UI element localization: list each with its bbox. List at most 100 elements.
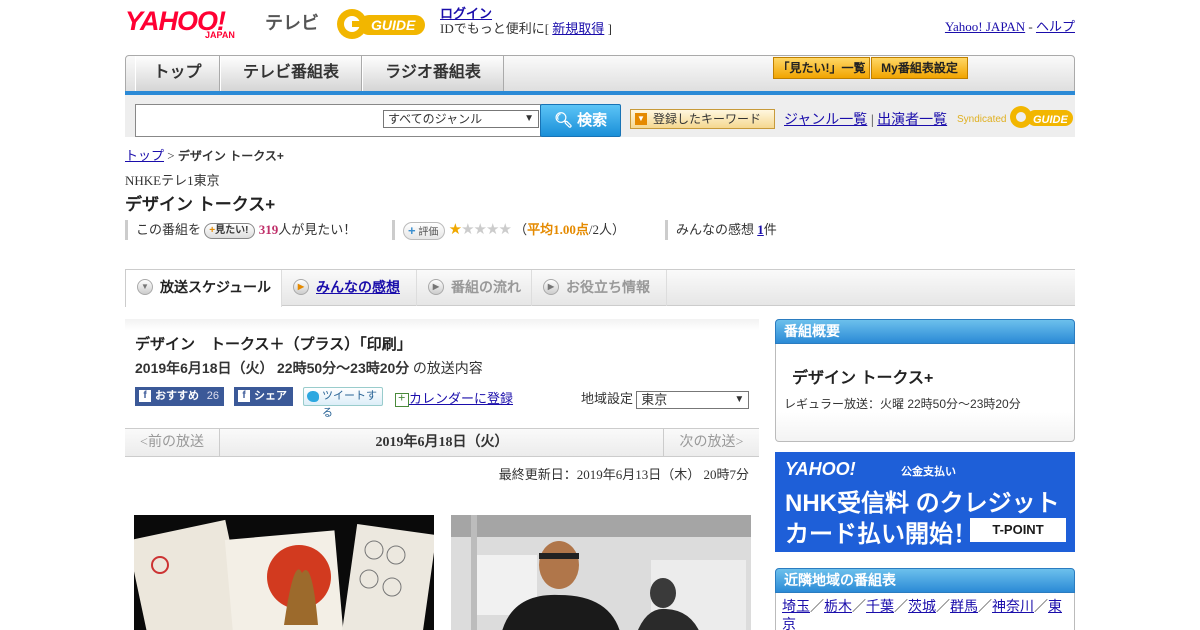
episode-date: 2019年6月18日（火） <box>135 360 274 376</box>
login-area: ログイン IDでもっと便利に[ 新規取得 ] <box>440 6 612 36</box>
prev-broadcast-link[interactable]: <前の放送 <box>125 429 220 456</box>
program-stats: この番組を +見たい! 319人が見たい！ + 評価 ★★★★★ （平均1.00… <box>125 220 1075 241</box>
tab-schedule[interactable]: ▼ 放送スケジュール <box>125 270 282 307</box>
reviews-label: みんなの感想 <box>676 222 755 237</box>
nearby-link[interactable]: 埼玉 <box>782 600 810 615</box>
sidebar: 番組概要 デザイン トークス+ レギュラー放送：火曜 22時50分～23時20分… <box>775 319 1075 630</box>
performer-list-link[interactable]: 出演者一覧 <box>877 113 947 128</box>
region-select[interactable]: 東京 ▼ <box>636 391 750 410</box>
want-button[interactable]: +見たい! <box>204 223 256 240</box>
page-title: デザイン トークス+ <box>125 195 276 214</box>
tab-info: ▶ お役立ち情報 <box>532 270 667 306</box>
keyword-button[interactable]: ▼ 登録したキーワード <box>630 109 775 129</box>
plus-icon: + <box>408 223 416 239</box>
social-bar: f おすすめ 26 f シェア ツイートする カレンダーに登録 地域設定 東京 … <box>135 387 759 419</box>
tweet-button-label: ツイートする <box>322 390 377 419</box>
episode-datetime: 2019年6月18日（火） 22時50分～23時20分 の放送内容 <box>135 358 483 378</box>
tab-tv-schedule[interactable]: テレビ番組表 <box>220 56 362 91</box>
nearby-link[interactable]: 栃木 <box>824 600 852 615</box>
chevron-down-icon: ▼ <box>137 279 153 295</box>
top-links: Yahoo! JAPAN - ヘルプ <box>945 16 1075 35</box>
search-icon: 🔍︎ <box>553 112 573 129</box>
tab-flow-label: 番組の流れ <box>451 279 521 295</box>
tab-info-label: お役立ち情報 <box>566 279 650 295</box>
tweet-button[interactable]: ツイートする <box>303 387 383 419</box>
station-name: NHKEテレ1東京 <box>125 173 220 188</box>
want-list-button[interactable]: 「見たい!」一覧 <box>773 57 870 79</box>
ad-headline-2: カード払い開始！ <box>785 521 977 548</box>
search-links: ジャンル一覧 | 出演者一覧 <box>784 109 947 129</box>
syndicated-text: Syndicated <box>957 114 1006 125</box>
facebook-icon: f <box>238 390 250 402</box>
facebook-share-button[interactable]: f シェア <box>234 387 293 406</box>
next-broadcast-link[interactable]: 次の放送> <box>663 429 759 456</box>
chevron-down-icon: ▼ <box>524 113 534 124</box>
pager-current-date: 2019年6月18日（火） <box>375 435 509 450</box>
nearby-header: 近隣地域の番組表 <box>775 568 1075 593</box>
my-schedule-button[interactable]: My番組表設定 <box>871 57 968 79</box>
login-note-close: ] <box>607 21 612 36</box>
episode-suffix: の放送内容 <box>412 362 483 377</box>
chevron-right-icon: ▶ <box>428 279 444 295</box>
chevron-right-icon: ▶ <box>543 279 559 295</box>
nhk-credit-ad-banner[interactable]: YAHOO! 公金支払い NHK受信料 のクレジット カード払い開始！ T-PO… <box>775 452 1075 552</box>
star-icon: ★ <box>473 222 487 238</box>
nearby-sep: ／ <box>894 600 908 615</box>
tpoint-badge: T-POINT <box>970 518 1066 542</box>
star-icon: ★ <box>498 222 511 238</box>
reviews-stat: みんなの感想 1件 <box>676 220 777 240</box>
tab-reviews[interactable]: ▶ みんなの感想 <box>282 270 417 306</box>
keyword-button-label: 登録したキーワード <box>653 112 762 126</box>
syndicated-gguide-logo: Syndicated GUIDE <box>957 106 1073 128</box>
tv-logo-text[interactable]: テレビ <box>265 9 319 35</box>
search-bar: すべてのジャンル ▼ 🔍︎ 検索 ▼ 登録したキーワード ジャンル一覧 | 出演… <box>125 95 1075 137</box>
signup-link[interactable]: 新規取得 <box>552 21 604 36</box>
nearby-link[interactable]: 群馬 <box>950 600 978 615</box>
rating-stat: + 評価 ★★★★★ （平均1.00点/2人） <box>403 220 625 241</box>
calendar-register: カレンダーに登録 <box>395 388 513 408</box>
want-button-label: 見たい! <box>215 225 249 237</box>
gguide-logo[interactable]: GUIDE <box>335 7 430 41</box>
rating-average: 平均1.00点 <box>527 222 589 237</box>
divider <box>125 220 128 240</box>
facebook-recommend-button[interactable]: f おすすめ 26 <box>135 387 224 406</box>
nearby-link[interactable]: 千葉 <box>866 600 894 615</box>
nearby-section: 近隣地域の番組表 埼玉／栃木／千葉／茨城／群馬／神奈川／東京 <box>775 568 1075 630</box>
ad-yahoo-logo: YAHOO! <box>785 459 856 479</box>
nearby-sep: ／ <box>852 600 866 615</box>
nearby-sep: ／ <box>978 600 992 615</box>
yahoo-japan-link[interactable]: Yahoo! JAPAN <box>945 19 1025 34</box>
tab-reviews-label: みんなの感想 <box>316 279 400 295</box>
calendar-register-link[interactable]: カレンダーに登録 <box>409 391 513 406</box>
chevron-down-icon: ▼ <box>734 394 745 406</box>
header: YAHOO! JAPAN テレビ GUIDE ログイン IDでもっと便利に[ 新… <box>125 4 1075 50</box>
help-link[interactable]: ヘルプ <box>1036 19 1075 34</box>
rating-open: （ <box>514 222 528 237</box>
search-button[interactable]: 🔍︎ 検索 <box>540 104 621 137</box>
genre-select-value: すべてのジャンル <box>388 112 483 126</box>
tab-radio-schedule[interactable]: ラジオ番組表 <box>362 56 504 91</box>
star-icon: ★ <box>461 222 474 238</box>
tab-top[interactable]: トップ <box>135 56 220 91</box>
want-suffix: 人が見たい！ <box>278 222 357 237</box>
nearby-link[interactable]: 茨城 <box>908 600 936 615</box>
want-count: 319 <box>258 222 279 237</box>
rate-button[interactable]: + 評価 <box>403 222 446 241</box>
nearby-link[interactable]: 神奈川 <box>992 600 1034 615</box>
genre-select[interactable]: すべてのジャンル ▼ <box>383 110 539 128</box>
main-nav: トップ テレビ番組表 ラジオ番組表 「見たい!」一覧 My番組表設定 <box>125 55 1075 93</box>
login-note: IDでもっと便利に[ <box>440 21 550 36</box>
breadcrumb: トップ > デザイン トークス+ <box>125 145 284 164</box>
episode-image-studio <box>451 515 751 630</box>
login-link[interactable]: ログイン <box>440 6 492 21</box>
episode-header: デザイン トークス＋（プラス）「印刷」 2019年6月18日（火） 22時50分… <box>125 319 759 419</box>
breadcrumb-top-link[interactable]: トップ <box>125 148 164 163</box>
facebook-recommend-label: おすすめ <box>155 390 199 402</box>
want-stat: この番組を +見たい! 319人が見たい！ <box>136 220 356 240</box>
genre-list-link[interactable]: ジャンル一覧 <box>784 113 867 128</box>
ad-pay-label: 公金支払い <box>901 466 956 478</box>
breadcrumb-current: デザイン トークス+ <box>177 149 284 163</box>
region-select-value: 東京 <box>641 392 668 408</box>
gguide-logo-text: GUIDE <box>371 17 416 33</box>
episode-time: 22時50分～23時20分 <box>277 360 410 376</box>
